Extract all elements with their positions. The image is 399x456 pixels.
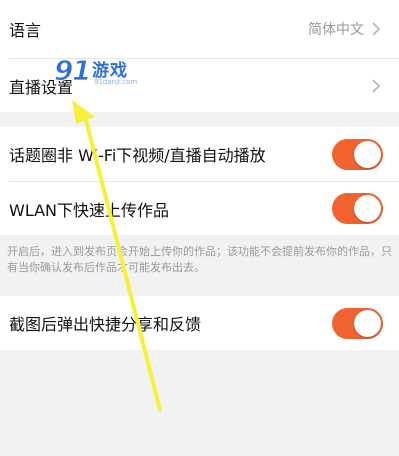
svg-text:1: 1 [72, 54, 91, 87]
autoplay-row: 话题圈非 Wi-Fi下视频/直播自动播放 [0, 127, 399, 181]
language-row[interactable]: 语言 简体中文 [0, 0, 399, 58]
wlan-upload-row: WLAN下快速上传作品 [0, 182, 399, 235]
autoplay-toggle[interactable] [332, 138, 383, 170]
language-label: 语言 [9, 21, 42, 40]
watermark-domain: 91danji.com [94, 78, 138, 86]
upload-note: 开启后，进入到发布页会开始上传你的作品；该功能不会提前发布你的作品，只有当你确认… [7, 245, 392, 274]
wlan-upload-toggle[interactable] [332, 193, 383, 224]
wlan-upload-label: WLAN下快速上传作品 [9, 200, 170, 220]
watermark-logo-icon: 9 1 [54, 54, 92, 88]
chevron-right-icon [372, 78, 381, 93]
settings-group-share: 截图后弹出快捷分享和反馈 [0, 296, 399, 350]
toggle-knob [354, 195, 381, 222]
toggle-knob [354, 140, 381, 168]
svg-text:9: 9 [54, 54, 73, 87]
screenshot-share-toggle[interactable] [332, 307, 383, 339]
screenshot-share-label: 截图后弹出快捷分享和反馈 [9, 315, 202, 334]
screenshot-share-row: 截图后弹出快捷分享和反馈 [0, 296, 399, 350]
language-value: 简体中文 [308, 22, 364, 38]
autoplay-label: 话题圈非 Wi-Fi下视频/直播自动播放 [9, 146, 266, 165]
toggle-knob [354, 309, 381, 337]
chevron-right-icon [372, 22, 381, 36]
settings-group-playback: 话题圈非 Wi-Fi下视频/直播自动播放 WLAN下快速上传作品 [0, 127, 399, 235]
site-watermark: 9 1 游戏 91danji.com [52, 52, 162, 92]
